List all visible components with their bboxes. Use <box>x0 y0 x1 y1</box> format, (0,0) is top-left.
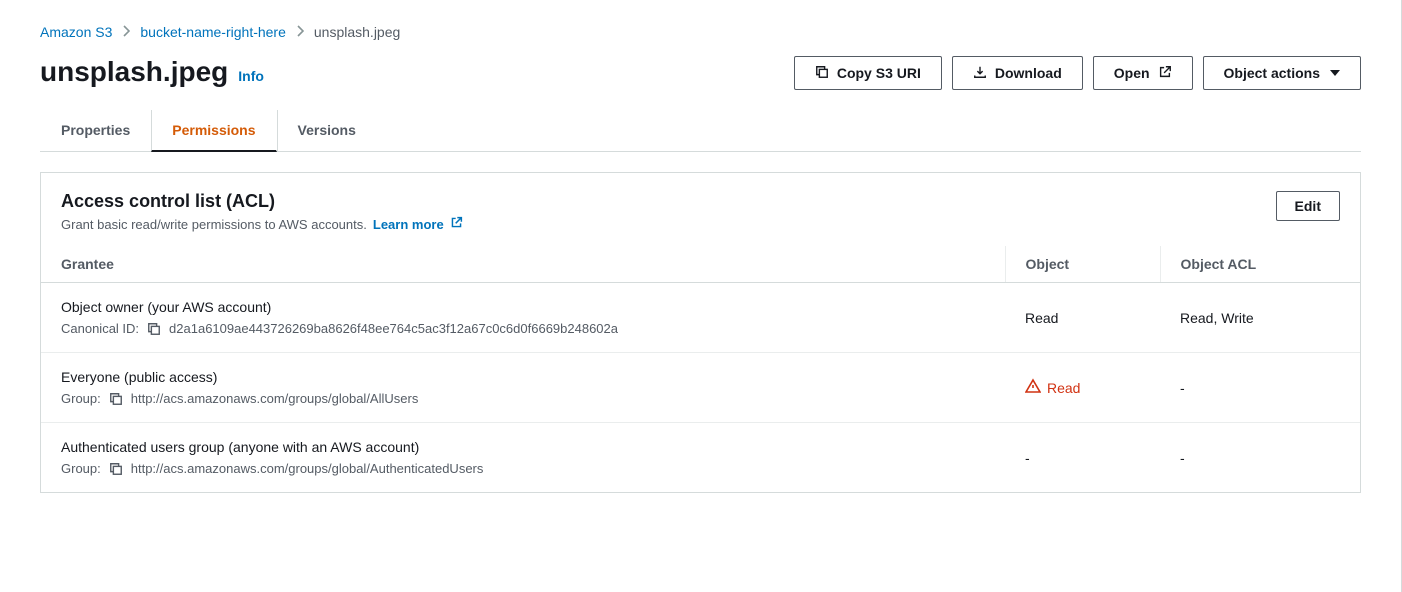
breadcrumb-bucket[interactable]: bucket-name-right-here <box>140 24 286 40</box>
copy-icon[interactable] <box>109 392 123 406</box>
external-link-icon <box>1158 65 1172 82</box>
table-row: Authenticated users group (anyone with a… <box>41 423 1360 493</box>
tab-versions[interactable]: Versions <box>277 110 377 151</box>
object-actions-label: Object actions <box>1224 65 1320 81</box>
chevron-right-icon <box>296 24 304 40</box>
breadcrumb-current: unsplash.jpeg <box>314 24 400 40</box>
copy-icon <box>815 65 829 82</box>
tabs: Properties Permissions Versions <box>40 110 1361 152</box>
warning-icon <box>1025 378 1041 397</box>
external-link-icon <box>450 216 463 232</box>
object-permission: - <box>1025 450 1030 466</box>
tab-properties[interactable]: Properties <box>40 110 151 151</box>
col-object: Object <box>1005 246 1160 283</box>
copy-icon[interactable] <box>109 462 123 476</box>
breadcrumb: Amazon S3 bucket-name-right-here unsplas… <box>40 24 1361 40</box>
tab-permissions[interactable]: Permissions <box>151 110 276 152</box>
learn-more-link[interactable]: Learn more <box>373 216 463 232</box>
download-button[interactable]: Download <box>952 56 1083 90</box>
table-row: Object owner (your AWS account) Canonical… <box>41 283 1360 353</box>
info-link[interactable]: Info <box>238 68 264 84</box>
grantee-sub-label: Canonical ID: <box>61 321 139 336</box>
col-grantee: Grantee <box>41 246 1005 283</box>
grantee-sub-value: d2a1a6109ae443726269ba8626f48ee764c5ac3f… <box>169 321 618 336</box>
object-permission-warning: Read <box>1025 378 1080 397</box>
open-label: Open <box>1114 65 1150 81</box>
acl-description: Grant basic read/write permissions to AW… <box>61 217 367 232</box>
grantee-sub-label: Group: <box>61 461 101 476</box>
download-label: Download <box>995 65 1062 81</box>
grantee-sub-label: Group: <box>61 391 101 406</box>
open-button[interactable]: Open <box>1093 56 1193 90</box>
download-icon <box>973 65 987 82</box>
learn-more-label: Learn more <box>373 217 444 232</box>
acl-panel: Access control list (ACL) Grant basic re… <box>40 172 1361 493</box>
object-permission: Read <box>1025 310 1058 326</box>
grantee-title: Object owner (your AWS account) <box>61 299 985 315</box>
acl-title: Access control list (ACL) <box>61 191 463 212</box>
copy-s3-uri-button[interactable]: Copy S3 URI <box>794 56 942 90</box>
breadcrumb-root[interactable]: Amazon S3 <box>40 24 112 40</box>
table-row: Everyone (public access) Group: http://acs… <box>41 353 1360 423</box>
acl-table: Grantee Object Object ACL Object owner (… <box>41 246 1360 492</box>
copy-s3-uri-label: Copy S3 URI <box>837 65 921 81</box>
col-object-acl: Object ACL <box>1160 246 1360 283</box>
object-acl-permission: - <box>1180 380 1185 396</box>
object-permission: Read <box>1047 380 1080 396</box>
grantee-title: Everyone (public access) <box>61 369 985 385</box>
action-bar: Copy S3 URI Download Open Object actions <box>794 56 1361 90</box>
page-title: unsplash.jpeg <box>40 56 228 88</box>
edit-button[interactable]: Edit <box>1276 191 1340 221</box>
object-actions-button[interactable]: Object actions <box>1203 56 1361 90</box>
chevron-right-icon <box>122 24 130 40</box>
grantee-sub-value: http://acs.amazonaws.com/groups/global/A… <box>131 461 484 476</box>
grantee-sub-value: http://acs.amazonaws.com/groups/global/A… <box>131 391 419 406</box>
copy-icon[interactable] <box>147 322 161 336</box>
object-acl-permission: - <box>1180 450 1185 466</box>
object-acl-permission: Read, Write <box>1180 310 1254 326</box>
caret-down-icon <box>1330 70 1340 76</box>
grantee-title: Authenticated users group (anyone with a… <box>61 439 985 455</box>
